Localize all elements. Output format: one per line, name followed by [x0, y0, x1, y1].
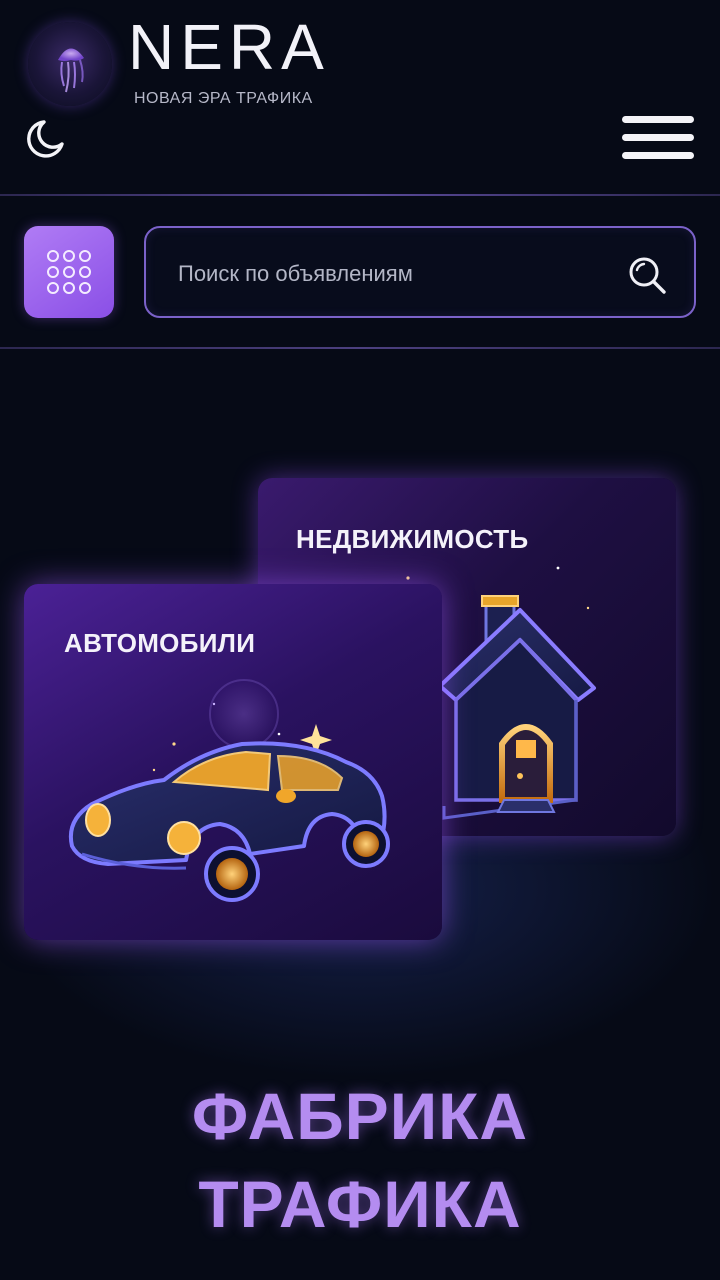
promo-title: ФАБРИКА ТРАФИКА	[0, 1072, 720, 1248]
category-label: АВТОМОБИЛИ	[64, 628, 256, 658]
header-divider	[0, 194, 720, 196]
grid-dots-icon	[47, 250, 91, 294]
search-bar	[144, 226, 696, 318]
logo-wordmark[interactable]: NERA	[128, 10, 330, 84]
menu-bar	[622, 134, 694, 141]
promo-title-line: ФАБРИКА	[191, 1079, 529, 1153]
page: NERA НОВАЯ ЭРА ТРАФИКА Поиск по объявлен…	[0, 0, 720, 1280]
category-label: НЕДВИЖИМОСТЬ	[296, 524, 529, 554]
jellyfish-logo-icon[interactable]	[28, 22, 112, 106]
menu-bar	[622, 152, 694, 159]
search-icon[interactable]	[626, 254, 668, 296]
promo-title-line: ТРАФИКА	[198, 1167, 522, 1241]
hamburger-menu-icon[interactable]	[620, 112, 696, 164]
header: NERA НОВАЯ ЭРА ТРАФИКА	[0, 0, 720, 196]
logo-tagline: НОВАЯ ЭРА ТРАФИКА	[134, 90, 313, 107]
catalog-button[interactable]	[24, 226, 114, 318]
search-input[interactable]	[178, 254, 598, 294]
moon-icon[interactable]	[22, 116, 68, 162]
search-divider	[0, 347, 720, 349]
category-card-auto[interactable]: АВТОМОБИЛИ	[24, 584, 442, 940]
menu-bar	[622, 116, 694, 123]
